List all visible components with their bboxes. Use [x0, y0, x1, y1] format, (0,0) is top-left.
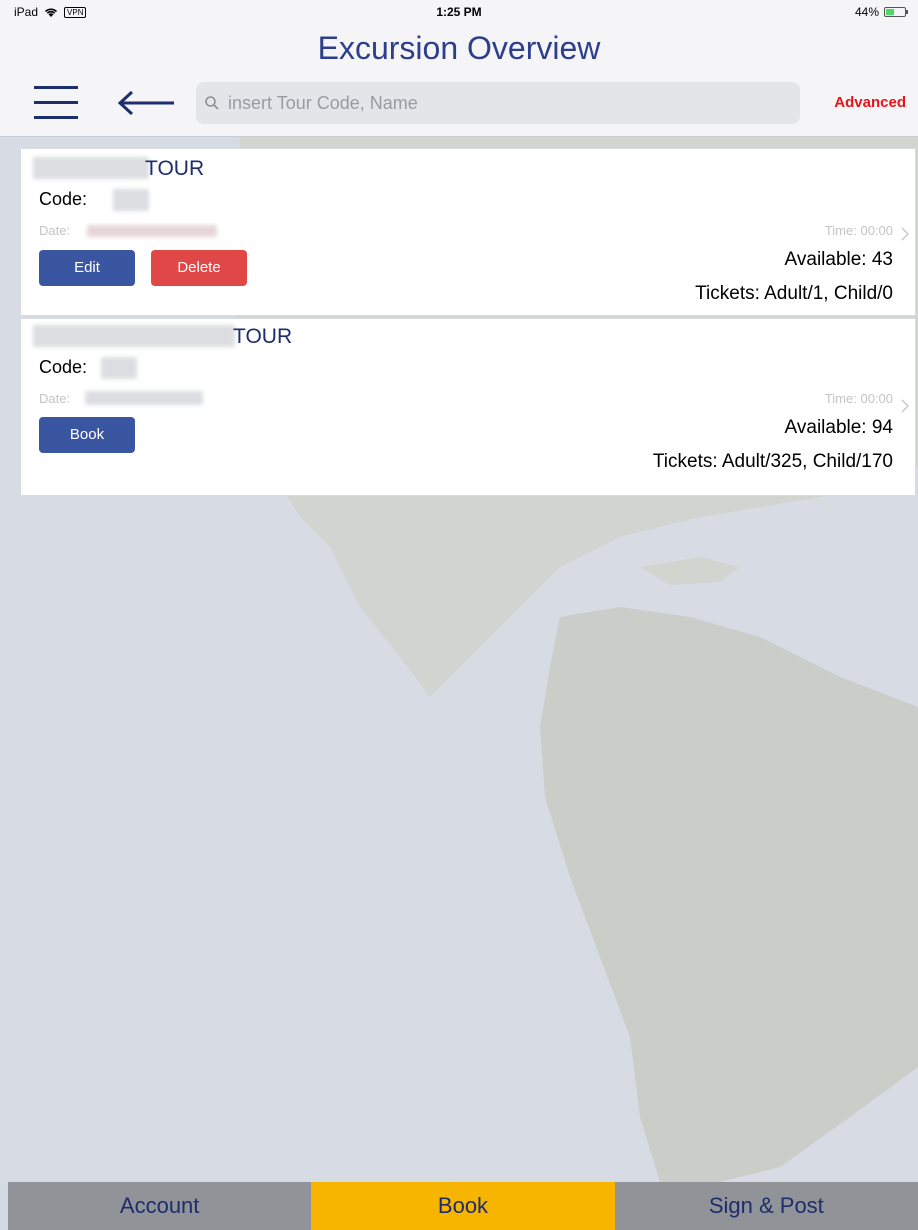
search-icon: [205, 96, 219, 110]
tickets-info: Tickets: Adult/325, Child/170: [652, 451, 893, 472]
date-label: Date:: [39, 391, 71, 406]
redacted-tour-name: [33, 325, 235, 347]
battery-icon: [884, 7, 908, 17]
header: Excursion Overview Advanced: [0, 24, 918, 137]
time-label: Time: 00:00: [824, 391, 893, 406]
tour-card[interactable]: TOUR Code: Date: Time: 00:00 Available: …: [20, 148, 916, 316]
available-count: Available: 43: [784, 249, 893, 270]
status-right: 44%: [854, 5, 908, 19]
redacted-code: [101, 357, 137, 379]
tickets-info: Tickets: Adult/1, Child/0: [695, 283, 893, 304]
hamburger-menu-icon[interactable]: [34, 86, 78, 122]
tab-sign-and-post[interactable]: Sign & Post: [614, 1182, 918, 1230]
chevron-right-icon[interactable]: [901, 227, 909, 241]
tour-title: TOUR: [145, 157, 205, 180]
tab-book[interactable]: Book: [311, 1182, 615, 1230]
chevron-right-icon[interactable]: [901, 399, 909, 413]
tour-title: TOUR: [233, 325, 293, 348]
search-input[interactable]: [226, 91, 790, 115]
date-label: Date:: [39, 223, 71, 238]
clock: 1:25 PM: [436, 5, 482, 19]
redacted-date: [85, 391, 203, 405]
code-label: Code:: [39, 189, 88, 209]
edit-button[interactable]: Edit: [39, 250, 135, 286]
book-button[interactable]: Book: [39, 417, 135, 453]
tab-bar: Account Book Sign & Post: [8, 1182, 918, 1230]
code-label: Code:: [39, 357, 88, 377]
time-label: Time: 00:00: [824, 223, 893, 238]
search-box[interactable]: [196, 82, 800, 124]
battery-percent: 44%: [854, 5, 879, 19]
tab-account[interactable]: Account: [8, 1182, 312, 1230]
back-arrow-icon[interactable]: [116, 88, 176, 118]
redacted-date: [87, 225, 217, 237]
available-count: Available: 94: [784, 417, 893, 438]
tour-card[interactable]: TOUR Code: Date: Time: 00:00 Available: …: [20, 318, 916, 496]
redacted-code: [113, 189, 149, 211]
delete-button[interactable]: Delete: [151, 250, 247, 286]
battery-fill: [886, 9, 894, 15]
advanced-search-link[interactable]: Advanced: [806, 94, 906, 111]
page-title: Excursion Overview: [317, 30, 601, 66]
status-bar: iPad VPN 1:25 PM 44%: [0, 0, 918, 24]
redacted-tour-name: [33, 157, 149, 179]
